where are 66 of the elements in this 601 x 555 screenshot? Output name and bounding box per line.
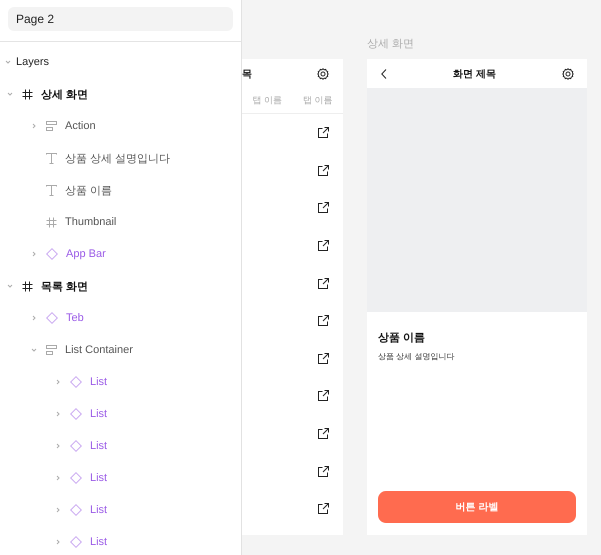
- text-icon: [46, 152, 57, 164]
- primary-button[interactable]: 버튼 라벨: [378, 491, 576, 523]
- frame-icon: [22, 88, 33, 100]
- layer-name[interactable]: 상품 상세 설명입니다: [65, 150, 170, 166]
- screen-title: 목: [242, 68, 252, 80]
- layer-name[interactable]: Action: [65, 120, 96, 132]
- layer-name[interactable]: 목록 화면: [41, 278, 88, 294]
- component-icon: [70, 440, 82, 452]
- layer-name[interactable]: Teb: [66, 312, 84, 324]
- expand-toggle-icon[interactable]: [31, 347, 37, 353]
- frame-icon: [22, 280, 33, 292]
- component-icon: [70, 504, 82, 516]
- external-link-icon[interactable]: [318, 202, 329, 214]
- component-icon: [70, 376, 82, 388]
- expand-toggle-icon[interactable]: [55, 475, 61, 481]
- external-link-icon[interactable]: [318, 127, 329, 138]
- external-link-icon[interactable]: [318, 240, 329, 252]
- product-description: 상품 상세 설명입니다: [378, 351, 456, 362]
- layer-name[interactable]: List: [90, 376, 108, 388]
- expand-toggle-icon[interactable]: [55, 379, 61, 385]
- external-link-icon[interactable]: [318, 278, 329, 289]
- settings-icon[interactable]: [317, 68, 329, 80]
- external-link-icon[interactable]: [318, 390, 329, 402]
- component-icon: [46, 312, 58, 324]
- expand-toggle-icon[interactable]: [55, 539, 61, 545]
- external-link-icon[interactable]: [318, 503, 329, 514]
- frame-icon: [46, 216, 57, 228]
- layer-name[interactable]: List: [90, 472, 108, 484]
- component-icon: [70, 536, 82, 548]
- layer-name[interactable]: App Bar: [66, 248, 106, 260]
- tab[interactable]: 탭 이름: [252, 94, 282, 107]
- external-link-icon[interactable]: [318, 428, 329, 440]
- expand-toggle-icon[interactable]: [31, 315, 37, 321]
- layout-icon: [46, 345, 57, 355]
- layer-name[interactable]: 상세 화면: [41, 86, 88, 102]
- component-icon: [46, 248, 58, 260]
- expand-toggle-icon[interactable]: [31, 251, 37, 257]
- external-link-icon[interactable]: [318, 466, 329, 477]
- layer-name[interactable]: List: [90, 504, 108, 516]
- screen-title: 화면 제목: [453, 68, 496, 80]
- component-icon: [70, 472, 82, 484]
- product-name: 상품 이름: [378, 331, 426, 345]
- layer-name[interactable]: 상품 이름: [65, 182, 112, 198]
- external-link-icon[interactable]: [318, 164, 329, 176]
- expand-toggle-icon[interactable]: [55, 411, 61, 417]
- text-icon: [46, 184, 57, 196]
- layer-name[interactable]: List Container: [65, 344, 133, 356]
- expand-toggle-icon[interactable]: [7, 283, 13, 289]
- expand-toggle-icon[interactable]: [31, 123, 37, 129]
- page-field[interactable]: Page 2: [8, 7, 233, 31]
- expand-toggle-icon[interactable]: [55, 443, 61, 449]
- frame-label: 상세 화면: [367, 37, 416, 52]
- back-icon[interactable]: [381, 68, 387, 78]
- expand-toggle-icon[interactable]: [7, 91, 13, 97]
- tab[interactable]: 탭 이름: [302, 94, 332, 107]
- layer-name[interactable]: List: [90, 408, 108, 420]
- layer-name[interactable]: List: [90, 536, 108, 548]
- expand-toggle-icon[interactable]: [55, 507, 61, 513]
- settings-icon[interactable]: [562, 68, 574, 80]
- layer-name[interactable]: List: [90, 440, 108, 452]
- component-icon: [70, 408, 82, 420]
- external-link-icon[interactable]: [318, 352, 329, 364]
- layout-icon: [46, 121, 57, 131]
- layer-name[interactable]: Thumbnail: [65, 216, 116, 228]
- external-link-icon[interactable]: [318, 315, 329, 326]
- layers-heading: Layers: [16, 56, 50, 68]
